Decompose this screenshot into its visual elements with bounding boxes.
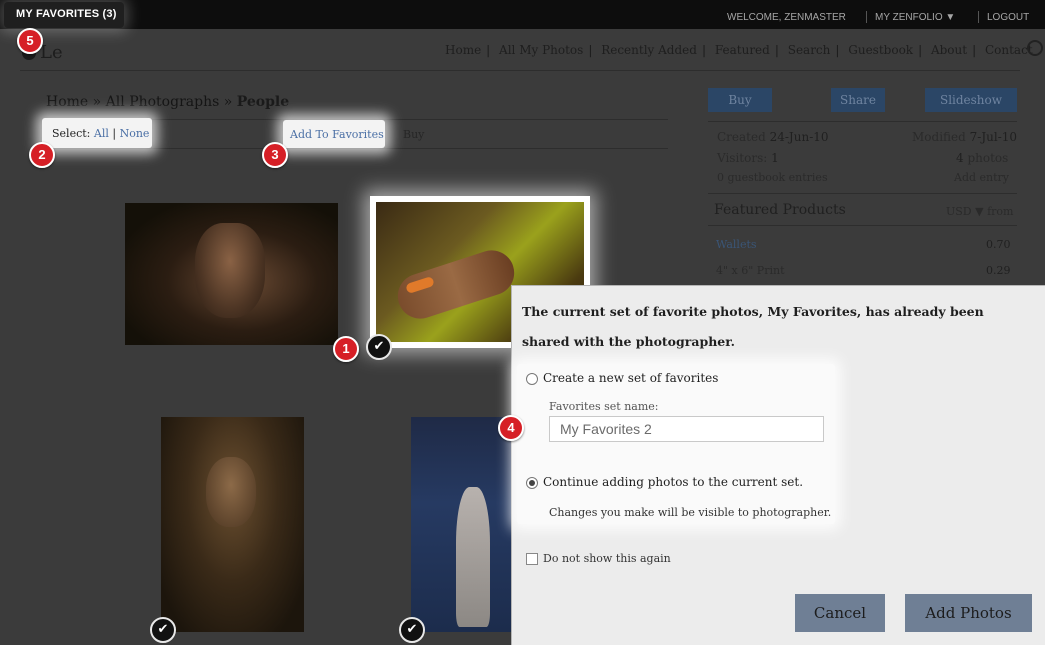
topbar-divider <box>978 11 979 23</box>
visitors-label: Visitors: <box>717 151 768 165</box>
set-name-input[interactable] <box>549 416 824 442</box>
photos-label: photos <box>967 151 1009 165</box>
photo-thumbnail[interactable] <box>411 417 511 632</box>
create-new-set-radio[interactable] <box>526 373 538 385</box>
nav-home[interactable]: Home <box>445 43 481 57</box>
breadcrumb-home[interactable]: Home <box>46 94 88 110</box>
photo-thumbnail[interactable] <box>161 417 304 632</box>
modified-info: Modified 7-Jul-10 <box>912 130 1017 144</box>
cancel-button-label: Cancel <box>813 604 867 622</box>
product-price: 0.70 <box>986 238 1011 251</box>
panel-rule <box>708 225 1017 226</box>
topbar-divider <box>866 11 867 23</box>
share-button[interactable]: Share <box>831 88 885 112</box>
breadcrumb-separator: » <box>219 94 237 110</box>
search-icon[interactable] <box>1027 40 1043 56</box>
select-all-link[interactable]: All <box>94 127 109 140</box>
nav-contact[interactable]: Contact <box>985 43 1033 57</box>
buy-link[interactable]: Buy <box>403 128 424 141</box>
breadcrumb-current: People <box>236 94 290 110</box>
do-not-show-label[interactable]: Do not show this again <box>543 552 671 565</box>
toolbar-bottom-rule <box>42 148 668 149</box>
callout-marker: 3 <box>262 142 288 168</box>
add-entry-link[interactable]: Add entry <box>954 171 1009 184</box>
nav-about[interactable]: About <box>931 43 967 57</box>
add-photos-button-label: Add Photos <box>925 604 1012 622</box>
site-name[interactable]: Le <box>40 42 63 63</box>
photos-count: 4 <box>956 151 964 165</box>
main-nav: Home | All My Photos | Recently Added | Fea… <box>445 43 1033 57</box>
product-price: 0.29 <box>986 264 1011 277</box>
breadcrumb-all-photographs[interactable]: All Photographs <box>106 94 220 110</box>
created-value: 24-Jun-10 <box>769 130 829 144</box>
cancel-button[interactable]: Cancel <box>795 594 885 632</box>
visitors-value: 1 <box>771 151 779 165</box>
continue-adding-label[interactable]: Continue adding photos to the current se… <box>543 475 803 489</box>
panel-rule <box>708 193 1017 194</box>
guestbook-entries: 0 guestbook entries <box>717 171 828 184</box>
modified-label: Modified <box>912 130 966 144</box>
callout-marker: 4 <box>498 415 524 441</box>
my-zenfolio-menu[interactable]: MY ZENFOLIO ▼ <box>875 12 955 23</box>
checkmark-icon[interactable]: ✔ <box>366 334 392 360</box>
product-name-link[interactable]: Wallets <box>716 238 757 251</box>
dialog-message: The current set of favorite photos, My F… <box>522 304 984 349</box>
buy-button[interactable]: Buy <box>708 88 772 112</box>
nav-guestbook[interactable]: Guestbook <box>848 43 913 57</box>
nav-featured[interactable]: Featured <box>715 43 770 57</box>
do-not-show-checkbox[interactable] <box>526 553 538 565</box>
breadcrumb-separator: » <box>88 94 106 110</box>
nav-all-my-photos[interactable]: All My Photos <box>499 43 583 57</box>
my-favorites-link[interactable]: MY FAVORITES (3) <box>16 8 117 20</box>
created-label: Created <box>717 130 766 144</box>
set-name-label: Favorites set name: <box>549 400 659 413</box>
header-divider <box>20 70 1020 71</box>
breadcrumb: Home » All Photographs » People <box>46 94 289 110</box>
select-none-link[interactable]: None <box>120 127 150 140</box>
callout-marker: 2 <box>29 142 55 168</box>
options-highlight <box>517 364 835 524</box>
visitors-info: Visitors: 1 <box>717 151 779 165</box>
nav-search[interactable]: Search <box>788 43 831 57</box>
modified-value: 7-Jul-10 <box>969 130 1018 144</box>
add-photos-button[interactable]: Add Photos <box>905 594 1032 632</box>
callout-marker: 1 <box>333 336 359 362</box>
nav-recently-added[interactable]: Recently Added <box>601 43 697 57</box>
create-new-set-label[interactable]: Create a new set of favorites <box>543 371 718 385</box>
buy-button-label: Buy <box>728 93 752 107</box>
select-controls: Select: All | None <box>52 127 149 140</box>
continue-adding-radio[interactable] <box>526 477 538 489</box>
add-to-favorites-link[interactable]: Add To Favorites <box>290 128 384 141</box>
checkmark-icon[interactable]: ✔ <box>399 617 425 643</box>
slideshow-button[interactable]: Slideshow <box>925 88 1017 112</box>
changes-note: Changes you make will be visible to phot… <box>549 506 832 519</box>
created-info: Created 24-Jun-10 <box>717 130 829 144</box>
featured-products-title: Featured Products <box>714 202 846 218</box>
photo-thumbnail[interactable] <box>125 203 338 345</box>
checkmark-icon[interactable]: ✔ <box>150 617 176 643</box>
callout-marker: 5 <box>17 28 43 54</box>
welcome-text: WELCOME, ZENMASTER <box>727 12 846 23</box>
logout-link[interactable]: LOGOUT <box>987 12 1029 23</box>
photos-count-info: 4 photos <box>956 151 1008 165</box>
select-label: Select: <box>52 127 91 140</box>
slideshow-button-label: Slideshow <box>939 93 1003 107</box>
share-button-label: Share <box>840 93 876 107</box>
currency-selector[interactable]: USD ▼ from <box>946 205 1013 218</box>
product-name-link[interactable]: 4" x 6" Print <box>716 264 785 277</box>
panel-rule <box>708 121 1017 122</box>
select-divider: | <box>112 127 117 140</box>
